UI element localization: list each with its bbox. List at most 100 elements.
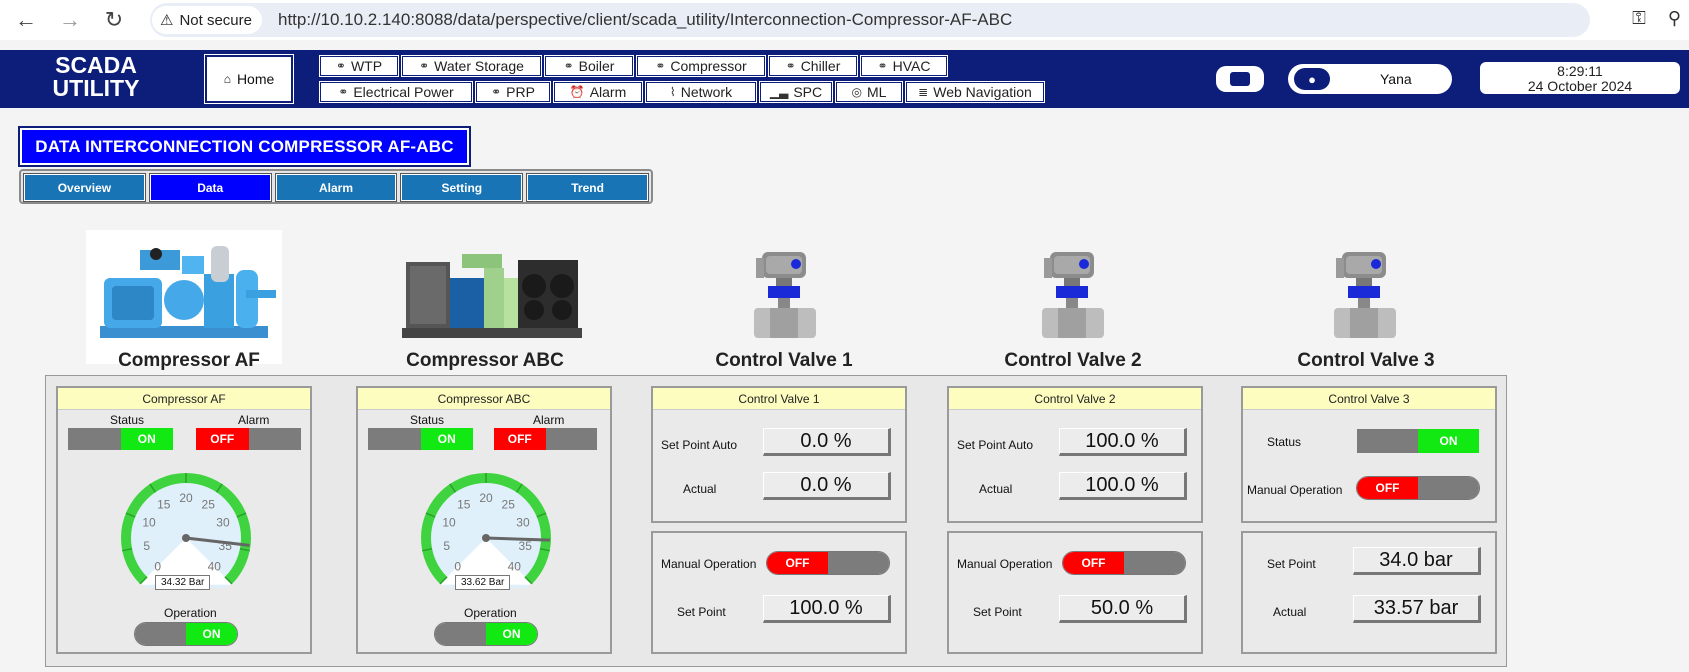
operation-toggle[interactable]: ON (434, 622, 538, 646)
menu-label: PRP (506, 84, 535, 100)
user-box[interactable]: ● Yana (1288, 64, 1452, 94)
gauge-tick-label: 5 (143, 539, 150, 553)
manual-operation-toggle[interactable]: OFF (1356, 476, 1480, 500)
valve3-setpoint-panel: Set Point 34.0 bar Actual 33.57 bar (1241, 531, 1497, 654)
panel-title: Compressor AF (58, 388, 310, 410)
forward-arrow-icon[interactable]: → (52, 2, 88, 38)
pressure-gauge: 051015 20 25303540 (121, 473, 251, 588)
key-icon[interactable]: ⚿ (1632, 8, 1646, 29)
manual-value: OFF (1063, 552, 1124, 574)
zoom-icon[interactable]: ⚲ (1668, 8, 1681, 29)
menu-chiller-button[interactable]: ⚭ Chiller (768, 55, 858, 77)
home-button[interactable]: ⌂ Home (204, 54, 294, 104)
user-name: Yana (1380, 71, 1412, 87)
sp-auto-label: Set Point Auto (661, 438, 738, 452)
reload-icon[interactable]: ↻ (96, 2, 132, 38)
valve2-manual-panel: Manual Operation OFF Set Point 50.0 % (947, 531, 1203, 654)
scada-header: SCADA UTILITY ⌂ Home ⚭ WTP ⚭ Water Storage ⚭… (0, 50, 1689, 108)
tab-trend[interactable]: Trend (526, 173, 649, 202)
alarm-label: Alarm (533, 413, 565, 427)
link-icon: ⚭ (419, 59, 430, 73)
globe-icon: ◎ (851, 85, 863, 99)
setpoint-value[interactable]: 50.0 % (1059, 595, 1187, 623)
logo-line2: UTILITY (52, 75, 140, 101)
manual-operation-toggle[interactable]: OFF (766, 551, 890, 575)
home-icon: ⌂ (223, 72, 231, 86)
panel-title: Control Valve 2 (949, 388, 1201, 410)
tab-overview[interactable]: Overview (23, 173, 146, 202)
manual-label: Manual Operation (957, 557, 1053, 571)
home-label: Home (236, 71, 275, 87)
menu-electrical-power-button[interactable]: ⚭ Electrical Power (319, 81, 473, 103)
bar-chart-icon: ▁▃ (769, 85, 789, 99)
gauge-tick-label: 30 (216, 516, 230, 530)
gauge-tick-label: 10 (442, 516, 456, 530)
status-indicator: ON (1357, 429, 1479, 453)
menu-water-storage-button[interactable]: ⚭ Water Storage (401, 55, 542, 77)
actual-label: Actual (1273, 605, 1307, 619)
manual-label: Manual Operation (661, 557, 757, 571)
alarm-clock-icon: ⏰ (569, 85, 585, 99)
menu-compressor-button[interactable]: ⚭ Compressor (636, 55, 766, 77)
valve2-label: Control Valve 2 (1004, 350, 1142, 371)
menu-label: ML (867, 84, 887, 100)
wifi-icon: ⌇ (669, 85, 676, 99)
page-title: DATA INTERCONNECTION COMPRESSOR AF-ABC (18, 126, 471, 167)
operation-toggle[interactable]: ON (134, 622, 238, 646)
panel-title: Control Valve 3 (1243, 388, 1495, 410)
menu-ml-button[interactable]: ◎ ML (835, 81, 903, 103)
actual-label: Actual (683, 482, 717, 496)
address-bar[interactable]: ⚠ Not secure http://10.10.2.140:8088/dat… (150, 3, 1590, 37)
menu-wtp-button[interactable]: ⚭ WTP (319, 55, 399, 77)
menu-label: SPC (793, 84, 823, 100)
valve1-setpoint-panel: Control Valve 1 Set Point Auto 0.0 % Act… (651, 386, 907, 523)
gauge-tick-label: 10 (142, 516, 156, 530)
setpoint-value[interactable]: 100.0 % (763, 595, 891, 623)
menu-web-navigation-button[interactable]: ≣ Web Navigation (905, 81, 1045, 103)
menu-label: Chiller (800, 58, 841, 74)
menu-network-button[interactable]: ⌇ Network (645, 81, 757, 103)
status-value: ON (420, 428, 473, 450)
operation-value: ON (486, 623, 537, 645)
menu-label: Water Storage (434, 58, 524, 74)
back-arrow-icon[interactable]: ← (8, 2, 44, 38)
link-icon: ⚭ (335, 59, 346, 73)
manual-value: OFF (767, 552, 828, 574)
alarm-label: Alarm (238, 413, 270, 427)
tab-data[interactable]: Data (148, 173, 272, 202)
pressure-gauge: 051015 20 25303540 (421, 473, 551, 588)
security-label: Not secure (179, 11, 252, 29)
tab-bar: Overview Data Alarm Setting Trend (19, 169, 653, 204)
gauge-readout: 33.62 Bar (455, 575, 511, 590)
gauge-tick-label: 0 (454, 559, 461, 573)
menu-label: Compressor (670, 58, 747, 74)
sp-auto-value: 100.0 % (1059, 428, 1187, 456)
operation-label: Operation (164, 606, 217, 620)
menu-alarm-button[interactable]: ⏰ Alarm (553, 81, 643, 103)
chat-button[interactable] (1216, 66, 1264, 92)
menu-prp-button[interactable]: ⚭ PRP (475, 81, 551, 103)
menu-label: Electrical Power (353, 84, 454, 100)
link-icon: ⚭ (655, 59, 666, 73)
status-label: Status (110, 413, 145, 427)
tab-setting[interactable]: Setting (400, 173, 524, 202)
menu-hvac-button[interactable]: ⚭ HVAC (860, 55, 948, 77)
gauge-tick-label: 20 (479, 491, 493, 505)
gauge-tick-label: 40 (208, 559, 222, 573)
menu-label: Network (680, 84, 733, 100)
menu-label: Web Navigation (933, 84, 1032, 100)
menu-spc-button[interactable]: ▁▃ SPC (759, 81, 833, 103)
status-value: ON (1418, 429, 1479, 453)
status-indicator: ON (368, 428, 473, 450)
menu-boiler-button[interactable]: ⚭ Boiler (544, 55, 634, 77)
manual-operation-toggle[interactable]: OFF (1062, 551, 1186, 575)
url-text[interactable]: http://10.10.2.140:8088/data/perspective… (278, 10, 1012, 30)
valve3-label: Control Valve 3 (1297, 350, 1435, 371)
actual-value: 100.0 % (1059, 472, 1187, 500)
setpoint-value[interactable]: 34.0 bar (1353, 547, 1481, 575)
gauge-tick-label: 25 (502, 498, 516, 512)
valve2-setpoint-panel: Control Valve 2 Set Point Auto 100.0 % A… (947, 386, 1203, 523)
security-indicator[interactable]: ⚠ Not secure (152, 6, 262, 34)
warning-triangle-icon: ⚠ (160, 12, 174, 29)
tab-alarm[interactable]: Alarm (274, 173, 398, 202)
